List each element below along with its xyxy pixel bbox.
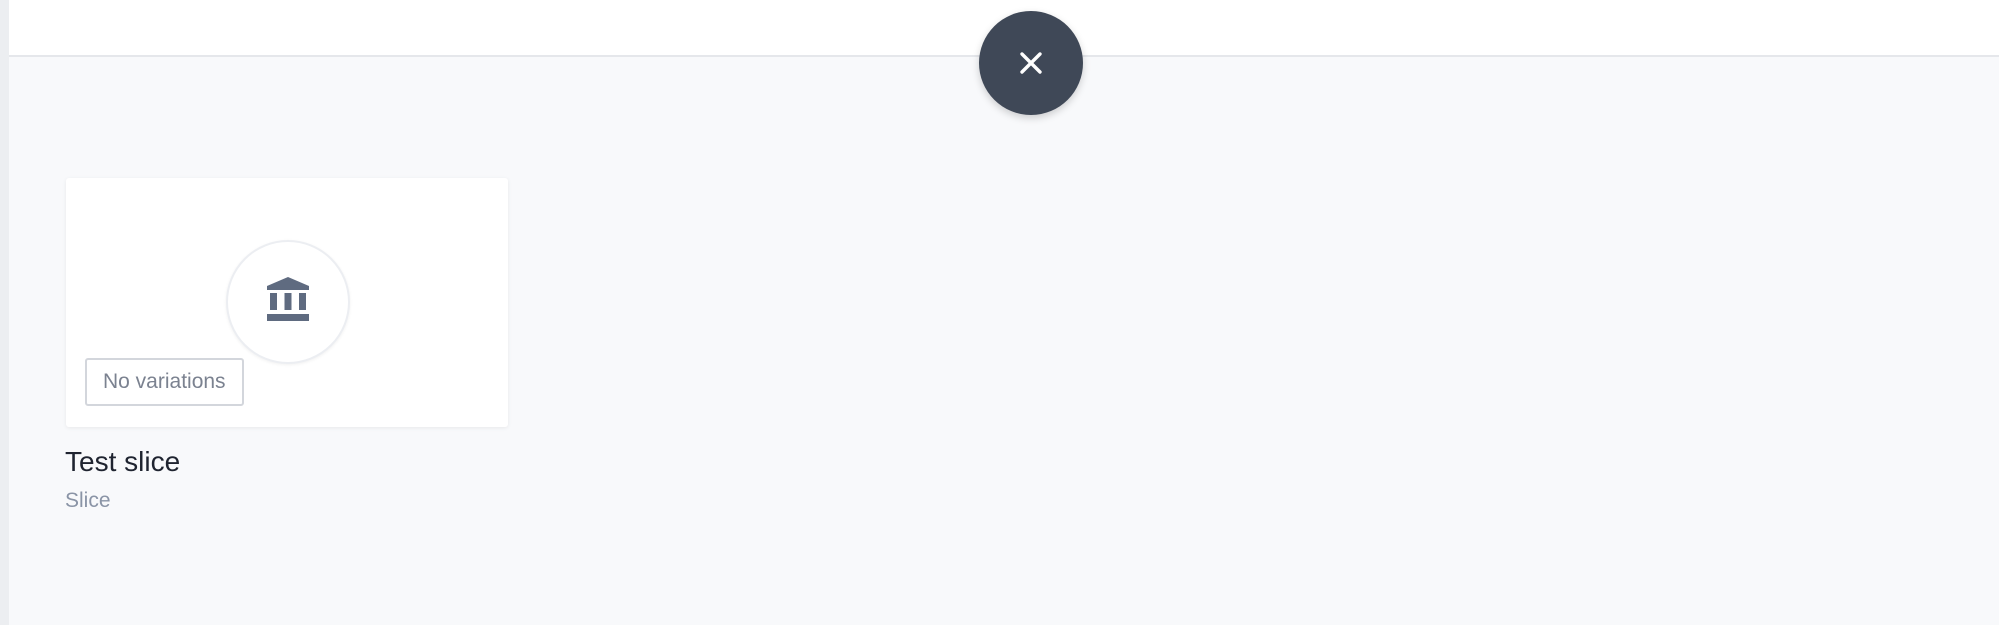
- slice-icon-circle: [226, 240, 350, 364]
- close-icon: [1018, 50, 1044, 76]
- slice-name: Test slice: [65, 446, 181, 477]
- slice-type: Slice: [65, 489, 111, 512]
- close-button[interactable]: [979, 11, 1083, 115]
- variations-badge: No variations: [85, 358, 244, 406]
- left-rail: [0, 0, 9, 625]
- bank-icon: [266, 276, 310, 328]
- page: No variations Test slice Slice: [0, 0, 1999, 625]
- slice-card[interactable]: No variations: [66, 178, 508, 427]
